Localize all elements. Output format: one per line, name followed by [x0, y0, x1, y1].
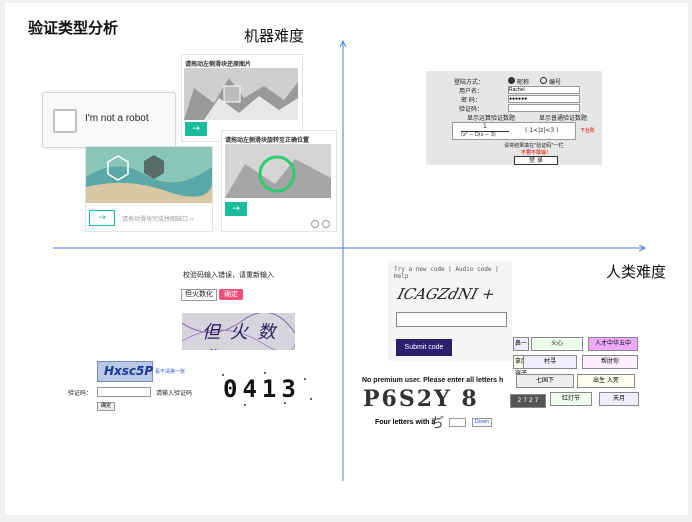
confirm-button[interactable]: 确定 [219, 289, 243, 300]
x-axis-label: 人类难度 [606, 263, 667, 281]
captcha-label: 验证码： [459, 106, 484, 113]
math-image: 1 (z² − D(z − 3) ( 1<|z|<3 ) [452, 122, 576, 140]
refresh-link[interactable]: 看不清换一张 [155, 368, 185, 375]
fill-instruction-red: 不要不敢输！ [521, 150, 552, 156]
slider-handle-outline[interactable]: → [89, 210, 115, 226]
y-axis-label: 机器难度 [244, 27, 305, 45]
slider-puzzle-gap: → 请拖动滑块完成拼图缺口 ›› [85, 146, 213, 232]
username-input[interactable] [508, 86, 580, 94]
cn-cell-9: 2 7 2 7 [510, 394, 546, 408]
submit-code-button[interactable]: Submit code [396, 339, 452, 356]
username-label: 用户名： [459, 88, 484, 95]
cn-cell-1: 鼻一 [513, 337, 529, 351]
rotate-handle[interactable]: → [225, 202, 247, 216]
premium-captcha-text: P6S2Y 8 [363, 386, 479, 412]
distorted-image: ICAGZdNI + [396, 277, 508, 307]
cn-cell-5: 村寻 [523, 355, 577, 369]
range-text: ( 1<|z|<3 ) [525, 127, 559, 134]
cn-cell-10: 红灯节 [550, 392, 592, 406]
recaptcha-label: I'm not a robot [85, 113, 149, 124]
premium-prompt: Four letters with a [375, 419, 436, 426]
rotate-instruction: 请拖动左侧滑块旋转至正确位置 [225, 138, 310, 144]
rotate-puzzle: 请拖动左侧滑块旋转至正确位置 → [221, 130, 337, 232]
option-a: 显示运算验证数题 [467, 115, 516, 122]
chinese-captcha-text: 但 火 数 化 [202, 322, 278, 350]
premium-heading: No premium user. Please enter all letter… [362, 377, 504, 384]
hxsc-text: Hxsc5P [104, 364, 154, 378]
radio-nickname[interactable] [508, 77, 515, 84]
refresh-icon[interactable] [322, 220, 330, 228]
slide: 验证类型分析 机器难度 人类难度 I'm not a robot 请拖动左侧滑块… [5, 3, 688, 515]
chinese-captcha-input[interactable]: 但火数化 [181, 289, 217, 301]
captcha-error-text: 校验码输入错误，请重新输入 [183, 272, 274, 279]
login-button[interactable]: 登 录 [514, 156, 558, 165]
math-form-captcha: 登陆方式： 昵称 编号 用户名： 密 码： 验证码： 显示运算验证数题 显示普通… [426, 71, 602, 165]
fraction-numerator: 1 [483, 123, 487, 130]
recaptcha-text-widget: Try a new code | Audio code | Help ICAGZ… [388, 261, 512, 361]
rotate-image [225, 144, 331, 198]
login-method-label: 登陆方式： [454, 79, 485, 86]
recaptcha-widget: I'm not a robot [42, 92, 176, 148]
radio-number-label: 编号 [549, 79, 562, 86]
slider-puzzle-restore: 请拖动左侧滑块还原图片 → [181, 54, 303, 142]
chinese-captcha-image: 但 火 数 化 [182, 313, 295, 350]
distorted-text: ICAGZdNI + [396, 285, 498, 303]
hxsc-submit[interactable]: 确定 [97, 402, 115, 411]
slider-instruction: 请拖动左侧滑块还原图片 [185, 62, 252, 68]
premium-button[interactable]: Down [472, 418, 492, 427]
digits-captcha: 0413 [215, 369, 315, 409]
digits-text: 0413 [223, 375, 301, 403]
radio-number[interactable] [540, 77, 547, 84]
help-icon[interactable] [311, 220, 319, 228]
cn-cell-2: 火心 [531, 337, 583, 351]
premium-glyph: ぢ [431, 416, 445, 431]
premium-input[interactable] [449, 418, 466, 427]
puzzle-image [184, 68, 298, 120]
cn-cell-3: 人才中华五中 [588, 337, 638, 351]
slider-hint: 请拖动滑块完成拼图缺口 ›› [122, 217, 194, 223]
slider-handle[interactable]: → [185, 122, 207, 136]
fill-instruction: 请将结果填在"验证码"一栏 [504, 143, 564, 149]
cn-cell-6: 帮肘你 [582, 355, 638, 369]
cn-cell-7: 七国下 [516, 374, 574, 388]
hxsc-label: 验证码： [68, 391, 93, 397]
captcha-input[interactable] [508, 104, 580, 112]
hxsc-input[interactable] [97, 387, 151, 397]
recaptcha-checkbox[interactable] [53, 109, 77, 133]
cn-cell-11: 天月 [599, 392, 639, 406]
password-input[interactable] [508, 95, 580, 103]
beach-image [86, 147, 212, 203]
hxsc-placeholder: 请输入验证码 [156, 391, 193, 397]
cn-cell-8: 出生 入死 [577, 374, 635, 388]
fraction-denominator: (z² − D(z − 3) [461, 132, 496, 138]
side-note: 下台阶 [580, 128, 596, 134]
radio-nickname-label: 昵称 [517, 79, 530, 86]
recaptcha-text-input[interactable] [396, 312, 507, 327]
option-b: 显示普通验证数题 [539, 115, 588, 122]
password-label: 密 码： [461, 97, 481, 104]
hxsc-captcha-image: Hxsc5P [97, 361, 153, 382]
